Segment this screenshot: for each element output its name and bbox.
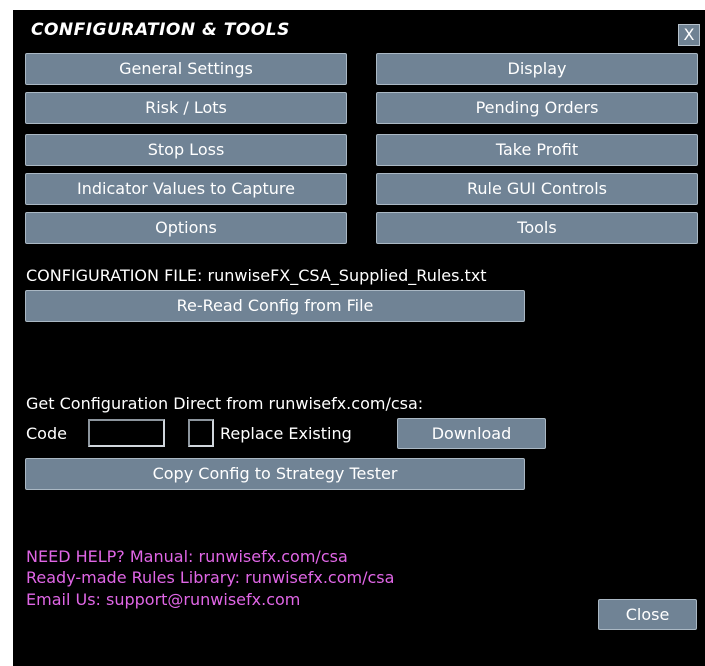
replace-existing-checkbox[interactable]: [188, 419, 214, 447]
display-button[interactable]: Display: [376, 53, 698, 85]
rule-gui-controls-button[interactable]: Rule GUI Controls: [376, 173, 698, 205]
general-settings-button[interactable]: General Settings: [25, 53, 347, 85]
take-profit-button[interactable]: Take Profit: [376, 134, 698, 166]
panel-title: CONFIGURATION & TOOLS: [31, 20, 290, 40]
copy-config-button[interactable]: Copy Config to Strategy Tester: [25, 458, 525, 490]
download-button[interactable]: Download: [397, 418, 546, 449]
tools-button[interactable]: Tools: [376, 212, 698, 244]
reread-config-button[interactable]: Re-Read Config from File: [25, 290, 525, 322]
pending-orders-button[interactable]: Pending Orders: [376, 92, 698, 124]
code-label: Code: [26, 424, 67, 443]
help-email-text: Email Us: support@runwisefx.com: [26, 590, 301, 609]
risk-lots-button[interactable]: Risk / Lots: [25, 92, 347, 124]
close-x-button[interactable]: X: [678, 24, 700, 46]
close-button[interactable]: Close: [598, 599, 697, 630]
stop-loss-button[interactable]: Stop Loss: [25, 134, 347, 166]
help-manual-text: NEED HELP? Manual: runwisefx.com/csa: [26, 547, 348, 566]
get-config-label: Get Configuration Direct from runwisefx.…: [26, 394, 424, 413]
config-tools-panel: CONFIGURATION & TOOLS X General Settings…: [13, 10, 705, 666]
options-button[interactable]: Options: [25, 212, 347, 244]
help-rules-library-text: Ready-made Rules Library: runwisefx.com/…: [26, 568, 395, 587]
replace-existing-label: Replace Existing: [220, 424, 352, 443]
code-input[interactable]: [88, 419, 165, 447]
indicator-values-button[interactable]: Indicator Values to Capture: [25, 173, 347, 205]
config-file-label: CONFIGURATION FILE: runwiseFX_CSA_Suppli…: [26, 266, 487, 285]
